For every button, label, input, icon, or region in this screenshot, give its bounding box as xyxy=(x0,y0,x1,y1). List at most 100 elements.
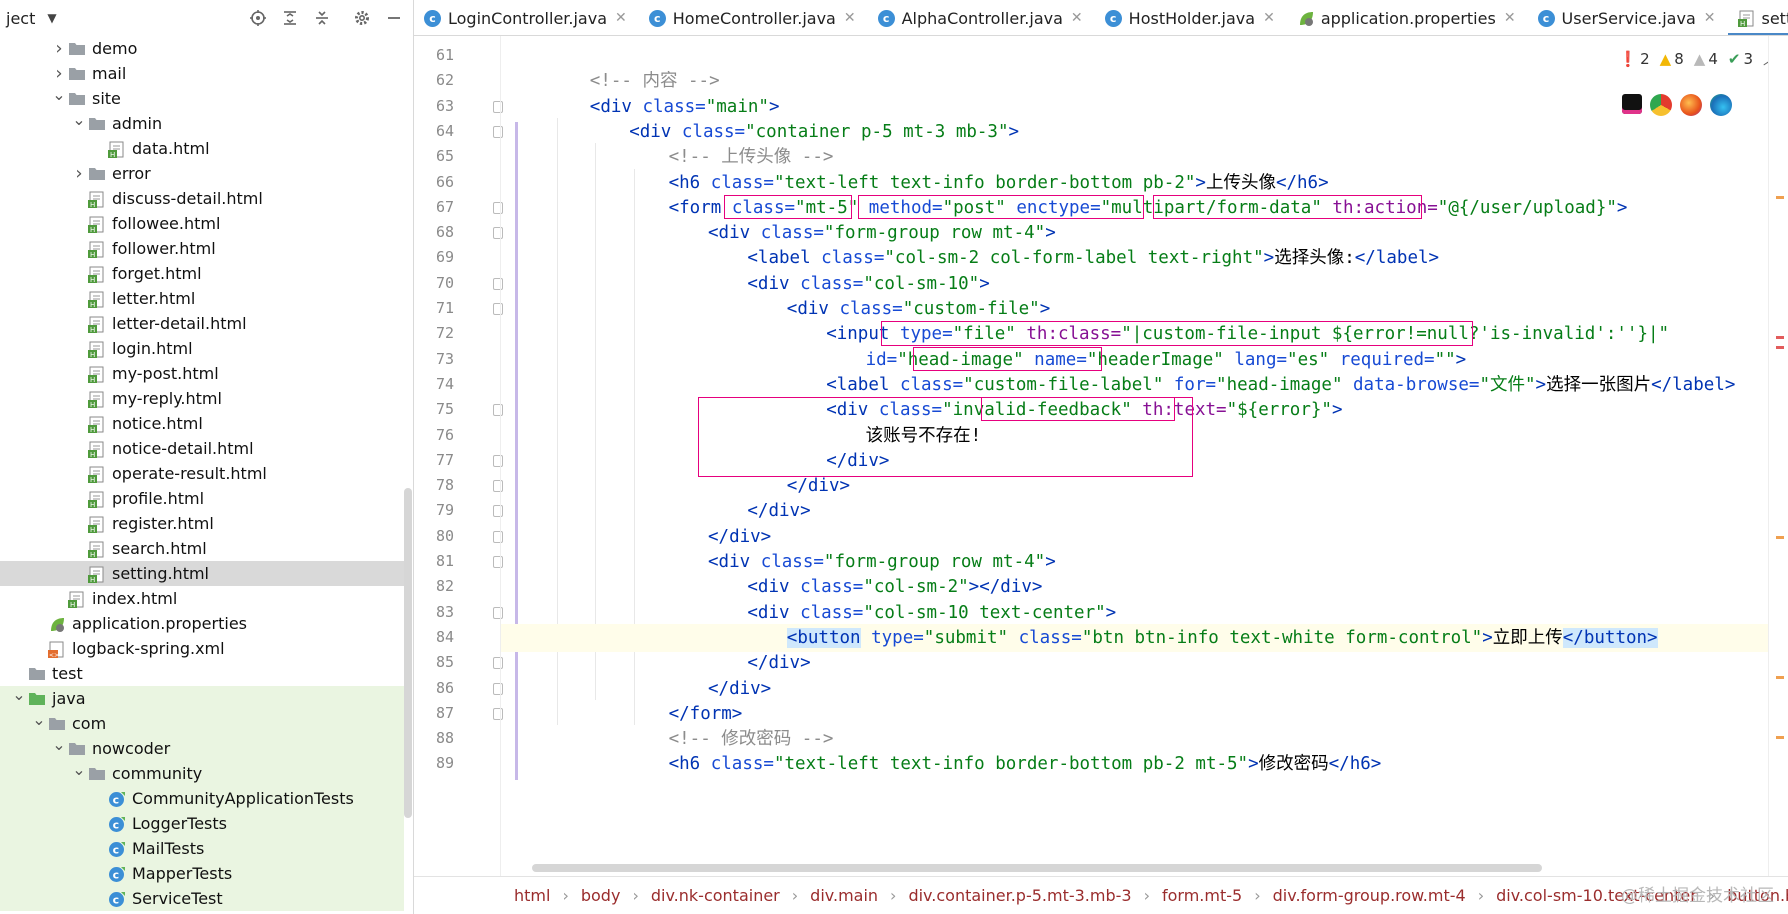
code-line[interactable]: <div class="form-group row mt-4"> xyxy=(501,548,1056,576)
breadcrumb-item[interactable]: div.form-group.row.mt-4 xyxy=(1273,886,1466,905)
code-line[interactable]: <div class="col-sm-10 text-center"> xyxy=(501,599,1116,627)
breadcrumb-item[interactable]: html xyxy=(514,886,550,905)
code-line[interactable]: </div> xyxy=(501,472,850,500)
tree-item[interactable]: ⌄ admin xyxy=(0,110,404,136)
close-icon[interactable]: ✕ xyxy=(1704,10,1716,26)
tree-item[interactable]: Hletter.html xyxy=(0,286,404,311)
code-line[interactable]: <!-- 上传头像 --> xyxy=(501,143,834,171)
code-line[interactable]: <div class="col-sm-10"> xyxy=(501,270,989,298)
code-line[interactable]: </div> xyxy=(501,447,889,475)
chevron-down-icon[interactable]: ⌄ xyxy=(50,85,68,104)
close-icon[interactable]: ✕ xyxy=(1071,10,1083,26)
code-line[interactable]: <label class="col-sm-2 col-form-label te… xyxy=(501,244,1439,272)
code-line[interactable]: 该账号不存在! xyxy=(501,422,982,450)
tree-item[interactable]: Hdata.html xyxy=(0,136,404,161)
code-line[interactable]: <div class="form-group row mt-4"> xyxy=(501,219,1056,247)
tree-item[interactable]: Hnotice-detail.html xyxy=(0,436,404,461)
tree-item[interactable]: ⌄ site xyxy=(0,85,404,111)
firefox-icon[interactable] xyxy=(1680,94,1702,116)
typo-count[interactable]: ✔ 3 xyxy=(1728,50,1753,68)
tree-item[interactable]: Hindex.html xyxy=(0,586,404,611)
tree-item[interactable]: › mail xyxy=(0,61,404,86)
code-line[interactable]: <div class="custom-file"> xyxy=(501,295,1050,323)
code-line[interactable]: <!-- 内容 --> xyxy=(501,67,720,95)
tree-item[interactable]: Hfollower.html xyxy=(0,236,404,261)
code-line[interactable]: <h6 class="text-left text-info border-bo… xyxy=(501,169,1329,197)
minimize-icon[interactable] xyxy=(381,5,407,31)
code-line[interactable]: <label class="custom-file-label" for="he… xyxy=(501,371,1735,399)
tree-item[interactable]: Hmy-reply.html xyxy=(0,386,404,411)
tree-item[interactable]: ⌄ java xyxy=(0,685,404,711)
code-line[interactable]: <input type="file" th:class="|custom-fil… xyxy=(501,320,1669,348)
stripe-mark[interactable] xyxy=(1776,536,1784,539)
tree-item[interactable]: Hletter-detail.html xyxy=(0,311,404,336)
close-icon[interactable]: ✕ xyxy=(844,10,856,26)
code-area[interactable]: <!-- 内容 --> <div class="main"> <div class=… xyxy=(500,36,1788,876)
breadcrumb-item[interactable]: body xyxy=(581,886,621,905)
chevron-down-icon[interactable]: ⌄ xyxy=(70,110,88,129)
code-line[interactable]: <button type="submit" class="btn btn-inf… xyxy=(501,623,1788,652)
breadcrumb-item[interactable]: div.nk-container xyxy=(651,886,780,905)
editor-tab[interactable]: c HostHolder.java ✕ xyxy=(1095,0,1287,35)
stripe-mark[interactable] xyxy=(1776,196,1784,199)
chevron-right-icon[interactable]: › xyxy=(50,38,68,59)
tree-item[interactable]: <> logback-spring.xml xyxy=(0,636,404,661)
editor-tab[interactable]: c HomeController.java ✕ xyxy=(639,0,868,35)
weak-warning-count[interactable]: ▲ 4 xyxy=(1694,50,1718,68)
editor-tab[interactable]: c UserService.java ✕ xyxy=(1528,0,1728,35)
code-line[interactable]: <div class="invalid-feedback" th:text="$… xyxy=(501,396,1342,424)
tree-item[interactable]: › error xyxy=(0,161,404,186)
tree-item[interactable]: c CommunityApplicationTests xyxy=(0,786,404,811)
tree-item[interactable]: Hoperate-result.html xyxy=(0,461,404,486)
warning-count[interactable]: ▲ 8 xyxy=(1660,50,1684,68)
project-panel-title[interactable]: ject xyxy=(6,9,35,28)
project-scrollbar[interactable] xyxy=(404,488,412,818)
tree-item[interactable]: Hprofile.html xyxy=(0,486,404,511)
chevron-down-icon[interactable]: ⌄ xyxy=(70,760,88,779)
edge-icon[interactable] xyxy=(1710,94,1732,116)
chevron-down-icon[interactable]: ▼ xyxy=(47,11,56,25)
code-line[interactable]: </div> xyxy=(501,523,771,551)
tree-item[interactable]: test xyxy=(0,661,404,686)
code-line[interactable]: </div> xyxy=(501,675,771,703)
gear-icon[interactable] xyxy=(349,5,375,31)
tree-item[interactable]: application.properties xyxy=(0,611,404,636)
close-icon[interactable]: ✕ xyxy=(1504,10,1516,26)
editor-horizontal-scrollbar[interactable] xyxy=(532,864,1542,872)
tree-item[interactable]: c LoggerTests xyxy=(0,811,404,836)
error-stripe[interactable] xyxy=(1768,36,1788,876)
chevron-down-icon[interactable]: ⌄ xyxy=(50,735,68,754)
tree-item[interactable]: c MapperTests xyxy=(0,861,404,886)
tree-item[interactable]: Hsetting.html xyxy=(0,561,404,586)
tree-item[interactable]: Hdiscuss-detail.html xyxy=(0,186,404,211)
code-line[interactable]: </div> xyxy=(501,497,810,525)
code-line[interactable]: <h6 class="text-left text-info border-bo… xyxy=(501,750,1382,778)
code-line[interactable]: <div class="main"> xyxy=(501,93,780,121)
tree-item[interactable]: Hnotice.html xyxy=(0,411,404,436)
code-line[interactable]: </form> xyxy=(501,700,743,728)
breadcrumb-item[interactable]: form.mt-5 xyxy=(1162,886,1242,905)
chevron-down-icon[interactable]: ⌄ xyxy=(10,685,28,704)
error-count[interactable]: ❗ 2 xyxy=(1618,50,1649,68)
locate-icon[interactable] xyxy=(245,5,271,31)
code-line[interactable] xyxy=(501,42,511,70)
stripe-mark[interactable] xyxy=(1776,346,1784,349)
close-icon[interactable]: ✕ xyxy=(615,10,627,26)
inspection-widget[interactable]: ❗2 ▲8 ▲4 ✔3 ︿ xyxy=(1618,48,1778,69)
code-line[interactable]: <div class="container p-5 mt-3 mb-3"> xyxy=(501,118,1019,146)
tree-item[interactable]: c ServiceTest xyxy=(0,886,404,911)
code-line[interactable]: <!-- 修改密码 --> xyxy=(501,725,834,753)
chrome-icon[interactable] xyxy=(1650,94,1672,116)
tree-item[interactable]: Hsearch.html xyxy=(0,536,404,561)
collapse-all-icon[interactable] xyxy=(309,5,335,31)
editor-tab[interactable]: Hsetting.html✕ xyxy=(1727,0,1788,35)
breadcrumb-item[interactable]: div.container.p-5.mt-3.mb-3 xyxy=(908,886,1131,905)
tree-item[interactable]: ⌄ community xyxy=(0,760,404,786)
tree-item[interactable]: ⌄ nowcoder xyxy=(0,735,404,761)
editor-tab[interactable]: c LoginController.java ✕ xyxy=(414,0,639,35)
tree-item[interactable]: Hforget.html xyxy=(0,261,404,286)
editor-tab[interactable]: application.properties ✕ xyxy=(1287,0,1528,35)
code-line[interactable]: <div class="col-sm-2"></div> xyxy=(501,573,1042,601)
chevron-down-icon[interactable]: ⌄ xyxy=(30,710,48,729)
tree-item[interactable]: Hmy-post.html xyxy=(0,361,404,386)
